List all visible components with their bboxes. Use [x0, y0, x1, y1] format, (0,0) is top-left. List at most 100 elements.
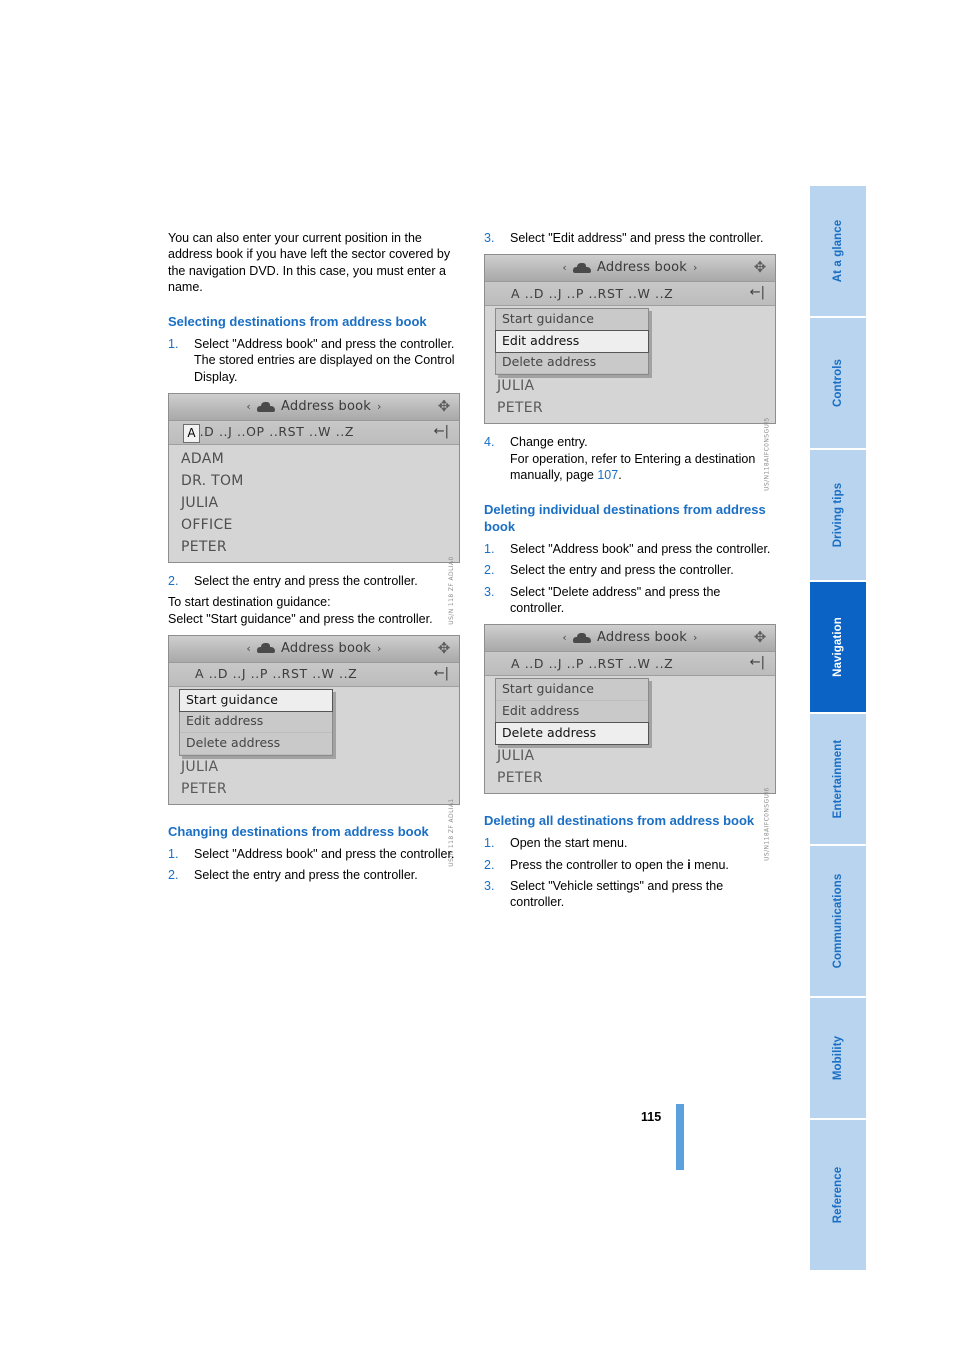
step-subtext: The stored entries are displayed on the … — [194, 353, 455, 384]
alphabet-bar[interactable]: A ..D ..J ..OP ..RST ..W ..Z ←| — [169, 421, 459, 446]
step-text: Select the entry and press the controlle… — [194, 574, 418, 589]
step-text: Select "Address book" and press the cont… — [510, 542, 771, 557]
menu-item-start-guidance[interactable]: Start guidance — [496, 679, 648, 702]
figure-code: US/N 118 ZF ADLIA0 — [447, 556, 455, 625]
page-reference-link[interactable]: 107 — [597, 468, 618, 482]
selected-letter[interactable]: A — [183, 424, 200, 444]
sidebar-item-reference[interactable]: Reference — [810, 1120, 866, 1272]
right-arrow-icon[interactable]: › — [377, 641, 382, 657]
backspace-icon[interactable]: ←| — [434, 666, 449, 682]
right-arrow-icon[interactable]: › — [693, 630, 698, 646]
car-icon — [257, 401, 275, 413]
list-item: 1. Select "Address book" and press the c… — [168, 336, 460, 385]
menu-item-start-guidance[interactable]: Start guidance — [496, 309, 648, 332]
sidebar-item-driving-tips[interactable]: Driving tips — [810, 450, 866, 582]
list-item[interactable]: JULIA — [485, 745, 775, 767]
alphabet-ranges[interactable]: A ..D ..J ..P ..RST ..W ..Z — [511, 286, 673, 302]
screen-body: Start guidance Edit address Delete addre… — [485, 306, 775, 491]
steps-changing-destinations: 1. Select "Address book" and press the c… — [168, 846, 460, 884]
list-item[interactable]: JULIA — [169, 756, 459, 778]
screen-title: Address book — [281, 640, 371, 656]
screen-titlebar: ‹ Address book › ✥ — [485, 255, 775, 283]
list-item[interactable]: ADAM — [169, 448, 459, 470]
left-arrow-icon[interactable]: ‹ — [246, 641, 251, 657]
alphabet-bar[interactable]: A ..D ..J ..P ..RST ..W ..Z ←| — [169, 662, 459, 687]
right-column: 3. Select "Edit address" and press the c… — [484, 230, 776, 916]
tab-label: Communications — [832, 873, 844, 969]
step-text: Change entry. — [510, 435, 588, 450]
menu-item-start-guidance[interactable]: Start guidance — [179, 688, 333, 712]
alphabet-bar[interactable]: A ..D ..J ..P ..RST ..W ..Z ←| — [485, 282, 775, 307]
steps-selecting-destinations-cont: 2. Select the entry and press the contro… — [168, 573, 460, 589]
left-arrow-icon[interactable]: ‹ — [562, 260, 567, 276]
screen-body: Start guidance Edit address Delete addre… — [169, 686, 459, 866]
step-number: 3. — [484, 584, 495, 599]
menu-item-edit-address[interactable]: Edit address — [495, 330, 649, 354]
list-item[interactable]: JULIA — [485, 375, 775, 397]
step-text: Select "Edit address" and press the cont… — [510, 231, 764, 245]
control-display-screen-2: ‹ Address book › ✥ A ..D ..J ..P ..RST .… — [168, 634, 460, 866]
sidebar-item-communications[interactable]: Communications — [810, 846, 866, 998]
compass-icon: ✥ — [437, 397, 451, 416]
step-number: 4. — [484, 435, 495, 450]
step-subtext: For operation, refer to Entering a desti… — [510, 451, 776, 484]
car-icon — [257, 643, 275, 654]
heading-deleting-individual: Deleting individual destinations from ad… — [484, 502, 766, 535]
steps-change-entry: 4. Change entry. For operation, refer to… — [484, 434, 776, 483]
tab-label: Entertainment — [832, 739, 844, 819]
list-item: 2. Select the entry and press the contro… — [168, 573, 460, 589]
tab-label: Driving tips — [832, 482, 844, 548]
alphabet-ranges[interactable]: A ..D ..J ..P ..RST ..W ..Z — [511, 656, 673, 672]
screen-title: Address book — [597, 260, 687, 276]
control-display-screen-1: ‹ Address book › ✥ A ..D ..J ..OP ..RST … — [168, 393, 460, 624]
sidebar-item-at-a-glance[interactable]: At a glance — [810, 186, 866, 318]
sidebar-item-entertainment[interactable]: Entertainment — [810, 714, 866, 846]
step-text: Select the entry and press the controlle… — [510, 563, 734, 578]
list-item[interactable]: DR. TOM — [169, 470, 459, 492]
list-item: 3. Select "Vehicle settings" and press t… — [484, 878, 776, 911]
list-item[interactable]: PETER — [485, 767, 775, 789]
step-number: 1. — [168, 337, 179, 352]
list-item[interactable]: PETER — [169, 536, 459, 558]
alphabet-ranges[interactable]: A ..D ..J ..P ..RST ..W ..Z — [195, 666, 357, 682]
control-display-screen-3: ‹ Address book › ✥ A ..D ..J ..P ..RST .… — [484, 254, 776, 491]
context-menu: Start guidance Edit address Delete addre… — [495, 308, 649, 376]
step-subtext-a: For operation, refer to Entering a desti… — [510, 451, 756, 482]
list-item[interactable]: OFFICE — [169, 514, 459, 536]
sidebar-item-navigation[interactable]: Navigation — [810, 582, 866, 714]
list-item[interactable]: PETER — [169, 778, 459, 800]
step-number: 2. — [168, 574, 179, 589]
compass-icon: ✥ — [437, 638, 451, 657]
step-text: Open the start menu. — [510, 836, 628, 851]
list-item: 1. Open the start menu. — [484, 835, 776, 851]
menu-item-edit-address[interactable]: Edit address — [180, 711, 332, 733]
left-arrow-icon[interactable]: ‹ — [246, 399, 251, 415]
alphabet-ranges[interactable]: ..D ..J ..OP ..RST ..W ..Z — [195, 424, 354, 440]
backspace-icon[interactable]: ←| — [750, 285, 765, 301]
menu-item-delete-address[interactable]: Delete address — [180, 733, 332, 755]
backspace-icon[interactable]: ←| — [750, 655, 765, 671]
context-menu: Start guidance Edit address Delete addre… — [179, 688, 333, 756]
alphabet-bar[interactable]: A ..D ..J ..P ..RST ..W ..Z ←| — [485, 652, 775, 677]
list-item: 2. Select the entry and press the contro… — [168, 867, 460, 883]
step-number: 2. — [484, 857, 495, 872]
steps-deleting-individual: 1. Select "Address book" and press the c… — [484, 541, 776, 616]
list-item[interactable]: PETER — [485, 397, 775, 419]
sidebar-item-mobility[interactable]: Mobility — [810, 998, 866, 1120]
right-arrow-icon[interactable]: › — [693, 260, 698, 276]
backspace-icon[interactable]: ←| — [434, 424, 449, 440]
control-display-screen-4: ‹ Address book › ✥ A ..D ..J ..P ..RST .… — [484, 624, 776, 861]
menu-item-delete-address[interactable]: Delete address — [496, 352, 648, 375]
tab-label: Controls — [832, 358, 844, 408]
menu-item-edit-address[interactable]: Edit address — [496, 701, 648, 724]
step-number: 1. — [484, 542, 495, 557]
sidebar-item-controls[interactable]: Controls — [810, 318, 866, 450]
menu-item-delete-address[interactable]: Delete address — [495, 722, 649, 746]
right-arrow-icon[interactable]: › — [377, 399, 382, 415]
step-text: Select the entry and press the controlle… — [194, 868, 418, 883]
compass-icon: ✥ — [753, 258, 767, 277]
left-arrow-icon[interactable]: ‹ — [562, 630, 567, 646]
context-menu: Start guidance Edit address Delete addre… — [495, 678, 649, 746]
heading-selecting-destinations: Selecting destinations from address book — [168, 314, 427, 330]
list-item[interactable]: JULIA — [169, 492, 459, 514]
